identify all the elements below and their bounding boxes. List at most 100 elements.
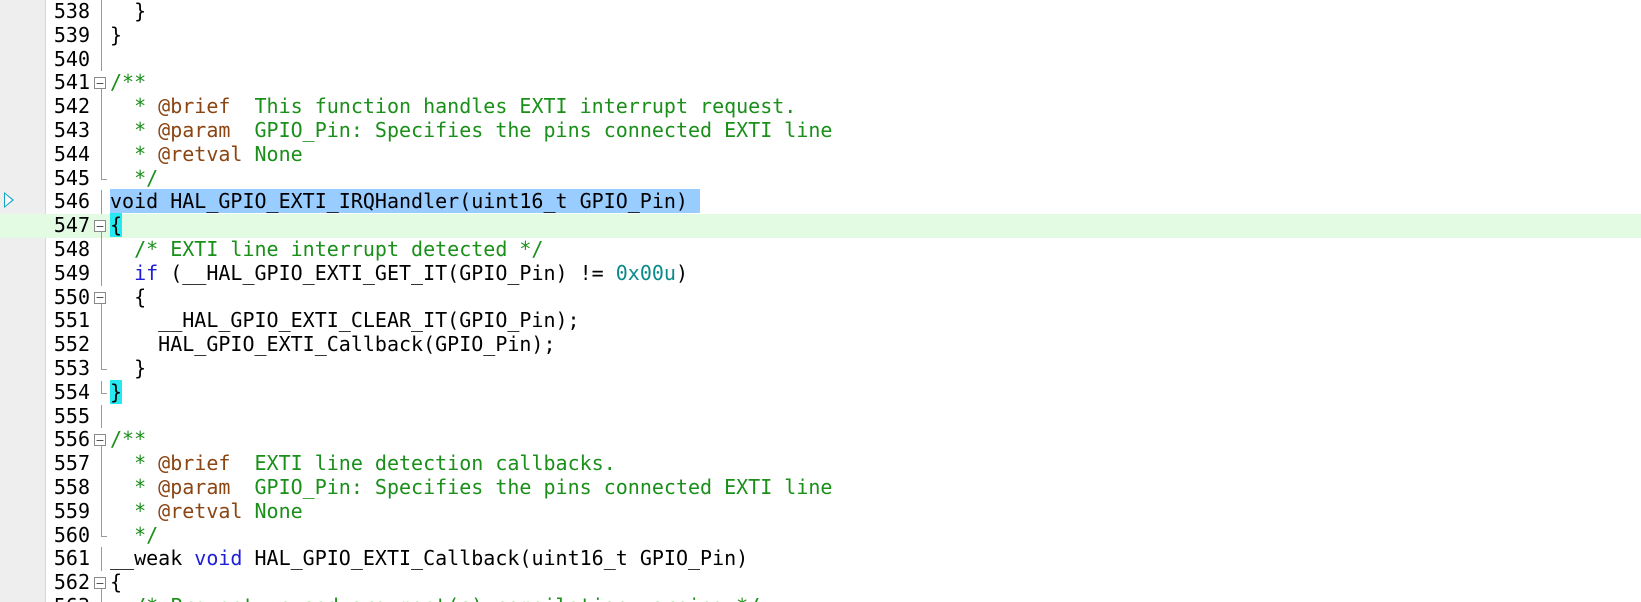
- fold-collapse-icon[interactable]: −: [94, 220, 106, 233]
- code-text[interactable]: }: [110, 0, 146, 24]
- code-text[interactable]: HAL_GPIO_EXTI_Callback(GPIO_Pin);: [110, 332, 555, 357]
- code-line[interactable]: 540: [0, 47, 1641, 72]
- line-number[interactable]: 554: [46, 380, 90, 405]
- code-token: @param: [158, 118, 231, 142]
- line-number[interactable]: 559: [46, 499, 90, 524]
- code-line[interactable]: 547−{: [0, 213, 1641, 239]
- line-number[interactable]: 541: [46, 71, 90, 95]
- code-token: }: [110, 22, 123, 47]
- code-text[interactable]: {: [110, 285, 146, 310]
- code-line[interactable]: 545 */: [0, 166, 1641, 191]
- line-number[interactable]: 544: [46, 142, 90, 167]
- line-number[interactable]: 555: [46, 404, 90, 429]
- code-text[interactable]: __weak void HAL_GPIO_EXTI_Callback(uint1…: [110, 546, 748, 571]
- code-line[interactable]: 553 }: [0, 356, 1641, 381]
- line-number[interactable]: 547: [46, 213, 90, 238]
- code-text[interactable]: * @brief EXTI line detection callbacks.: [110, 451, 616, 476]
- code-text[interactable]: }: [110, 356, 146, 381]
- line-number[interactable]: 542: [46, 94, 90, 119]
- code-editor[interactable]: 538 } 539} 540 541−/** 542 * @brief This fun…: [0, 0, 1641, 602]
- code-text[interactable]: }: [110, 379, 123, 405]
- code-line[interactable]: 561 __weak void HAL_GPIO_EXTI_Callback(ui…: [0, 546, 1641, 572]
- fold-guide: [101, 309, 102, 334]
- code-lines[interactable]: 538 } 539} 540 541−/** 542 * @brief This fun…: [0, 0, 1641, 602]
- line-number[interactable]: 552: [46, 332, 90, 357]
- code-text[interactable]: {: [110, 213, 123, 238]
- code-text[interactable]: /* EXTI line interrupt detected */: [110, 237, 544, 262]
- code-line[interactable]: 558 * @param GPIO_Pin: Specifies the pin…: [0, 475, 1641, 500]
- line-number[interactable]: 546: [46, 190, 90, 214]
- line-number[interactable]: 560: [46, 523, 90, 548]
- code-line[interactable]: 563 /* Prevent unused argument(s) compil…: [0, 594, 1641, 602]
- line-number[interactable]: 562: [46, 570, 90, 595]
- code-text[interactable]: /**: [110, 427, 147, 452]
- code-token: GPIO_Pin: Specifies the pins connected E…: [230, 475, 833, 499]
- code-line[interactable]: 542 * @brief This function handles EXTI …: [0, 94, 1641, 119]
- code-text[interactable]: void HAL_GPIO_EXTI_IRQHandler(uint16_t G…: [110, 189, 701, 214]
- line-number[interactable]: 563: [46, 594, 90, 602]
- code-token: *: [110, 498, 159, 523]
- code-line[interactable]: 543 * @param GPIO_Pin: Specifies the pin…: [0, 118, 1641, 143]
- line-number[interactable]: 557: [46, 451, 90, 476]
- fold-guide: [101, 380, 102, 393]
- code-text[interactable]: * @param GPIO_Pin: Specifies the pins co…: [110, 475, 833, 500]
- line-number[interactable]: 548: [46, 237, 90, 262]
- code-line[interactable]: 562−{: [0, 570, 1641, 596]
- code-line[interactable]: 551 __HAL_GPIO_EXTI_CLEAR_IT(GPIO_Pin);: [0, 308, 1641, 334]
- code-line[interactable]: 550− {: [0, 285, 1641, 310]
- line-number[interactable]: 550: [46, 285, 90, 310]
- code-line[interactable]: 555: [0, 404, 1641, 429]
- line-number[interactable]: 540: [46, 47, 90, 72]
- fold-guide: [101, 47, 102, 72]
- fold-guide: [101, 95, 102, 119]
- code-text[interactable]: }: [110, 22, 123, 48]
- line-number[interactable]: 543: [46, 118, 90, 143]
- line-number[interactable]: 553: [46, 356, 90, 381]
- fold-collapse-icon[interactable]: −: [94, 577, 106, 590]
- line-number[interactable]: 538: [46, 0, 90, 24]
- code-text[interactable]: * @brief This function handles EXTI inte…: [110, 94, 796, 119]
- code-text[interactable]: */: [110, 166, 158, 191]
- fold-collapse-icon[interactable]: −: [94, 77, 106, 90]
- code-line[interactable]: 556−/**: [0, 427, 1641, 453]
- code-text[interactable]: /* Prevent unused argument(s) compilatio…: [110, 594, 760, 602]
- code-line[interactable]: 559 * @retval None: [0, 498, 1641, 524]
- code-text[interactable]: __HAL_GPIO_EXTI_CLEAR_IT(GPIO_Pin);: [110, 308, 580, 333]
- fold-guide: [101, 238, 102, 262]
- code-line[interactable]: 549 if (__HAL_GPIO_EXTI_GET_IT(GPIO_Pin)…: [0, 261, 1641, 286]
- code-token: __HAL_GPIO_EXTI_CLEAR_IT(GPIO_Pin);: [110, 308, 580, 333]
- fold-guide: [101, 595, 102, 602]
- fold-collapse-icon[interactable]: −: [94, 434, 106, 447]
- code-text[interactable]: {: [110, 570, 122, 595]
- code-line[interactable]: 560 */: [0, 523, 1641, 548]
- code-line[interactable]: 541−/**: [0, 70, 1641, 96]
- code-text[interactable]: /**: [110, 70, 146, 95]
- code-line[interactable]: 544 * @retval None: [0, 142, 1641, 167]
- code-line[interactable]: 539}: [0, 22, 1641, 48]
- code-line[interactable]: 554}: [0, 379, 1641, 405]
- code-token: *: [110, 475, 159, 499]
- code-token: /**: [110, 427, 147, 452]
- line-number[interactable]: 545: [46, 166, 90, 191]
- code-line[interactable]: 557 * @brief EXTI line detection callbac…: [0, 451, 1641, 476]
- code-text[interactable]: if (__HAL_GPIO_EXTI_GET_IT(GPIO_Pin) != …: [110, 261, 688, 286]
- line-number[interactable]: 551: [46, 309, 90, 333]
- code-text[interactable]: */: [110, 523, 158, 548]
- code-text[interactable]: * @param GPIO_Pin: Specifies the pins co…: [110, 118, 832, 143]
- code-line[interactable]: 552 HAL_GPIO_EXTI_Callback(GPIO_Pin);: [0, 332, 1641, 357]
- code-token: }: [110, 379, 123, 404]
- code-token: /* EXTI line interrupt detected */: [110, 237, 544, 261]
- fold-collapse-icon[interactable]: −: [94, 291, 106, 304]
- line-number[interactable]: 556: [46, 428, 90, 452]
- fold-guide: [101, 190, 102, 215]
- line-number[interactable]: 549: [46, 261, 90, 286]
- code-text[interactable]: * @retval None: [110, 498, 303, 524]
- code-line[interactable]: 538 }: [0, 0, 1641, 24]
- line-number[interactable]: 539: [46, 23, 90, 48]
- code-text[interactable]: * @retval None: [110, 142, 303, 167]
- line-number[interactable]: 561: [46, 547, 90, 571]
- code-token: None: [242, 498, 303, 523]
- code-line[interactable]: 548 /* EXTI line interrupt detected */: [0, 237, 1641, 262]
- line-number[interactable]: 558: [46, 475, 90, 500]
- code-line[interactable]: 546 void HAL_GPIO_EXTI_IRQHandler(uint16_…: [0, 189, 1641, 215]
